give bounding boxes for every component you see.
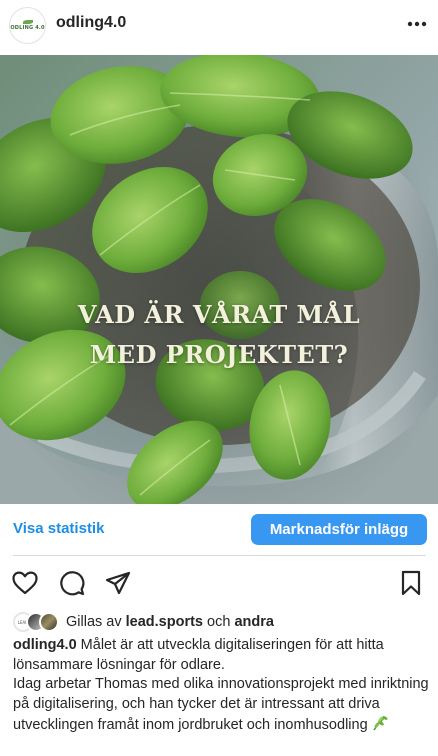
overlay-line-2: MED PROJEKTET? xyxy=(89,340,349,369)
likes-others-link[interactable]: andra xyxy=(234,614,274,630)
liker-avatar xyxy=(39,612,59,632)
likes-summary[interactable]: LEAD Gillas av lead.sports och andra xyxy=(13,611,274,633)
share-button[interactable] xyxy=(104,569,132,597)
divider xyxy=(13,555,426,556)
post-header: ODLING 4.0 odling4.0 xyxy=(0,0,438,54)
herb-emoji-icon xyxy=(371,714,389,739)
likes-text: Gillas av lead.sports och andra xyxy=(66,614,274,630)
post-caption: odling4.0 Målet är att utveckla digitali… xyxy=(13,636,429,739)
comment-icon xyxy=(60,571,85,596)
caption-text-2: Idag arbetar Thomas med olika innovation… xyxy=(13,676,429,733)
profile-avatar[interactable]: ODLING 4.0 xyxy=(9,7,46,44)
promote-post-button[interactable]: Marknadsför inlägg xyxy=(251,514,427,545)
post-overlay-headline: VAD ÄR VÅRAT MÅL MED PROJEKTET? xyxy=(0,295,438,375)
odling-logo: ODLING 4.0 xyxy=(10,20,44,31)
liker-username[interactable]: lead.sports xyxy=(126,614,203,630)
caption-username[interactable]: odling4.0 xyxy=(13,637,77,653)
save-button[interactable] xyxy=(397,569,425,597)
view-insights-link[interactable]: Visa statistik xyxy=(13,520,104,537)
heart-icon xyxy=(12,571,38,595)
caption-paragraph-2: Idag arbetar Thomas med olika innovation… xyxy=(13,675,429,739)
send-icon xyxy=(105,571,131,595)
post-username[interactable]: odling4.0 xyxy=(56,14,126,32)
comment-button[interactable] xyxy=(58,569,86,597)
likes-conj: och xyxy=(203,614,235,630)
more-options-icon[interactable] xyxy=(406,13,428,35)
like-button[interactable] xyxy=(11,569,39,597)
post-image[interactable]: VAD ÄR VÅRAT MÅL MED PROJEKTET? xyxy=(0,55,438,504)
likes-prefix: Gillas av xyxy=(66,614,126,630)
caption-paragraph-1: odling4.0 Målet är att utveckla digitali… xyxy=(13,636,429,675)
basil-plant-image xyxy=(0,55,438,504)
bookmark-icon xyxy=(401,570,421,596)
overlay-line-1: VAD ÄR VÅRAT MÅL xyxy=(77,300,361,329)
